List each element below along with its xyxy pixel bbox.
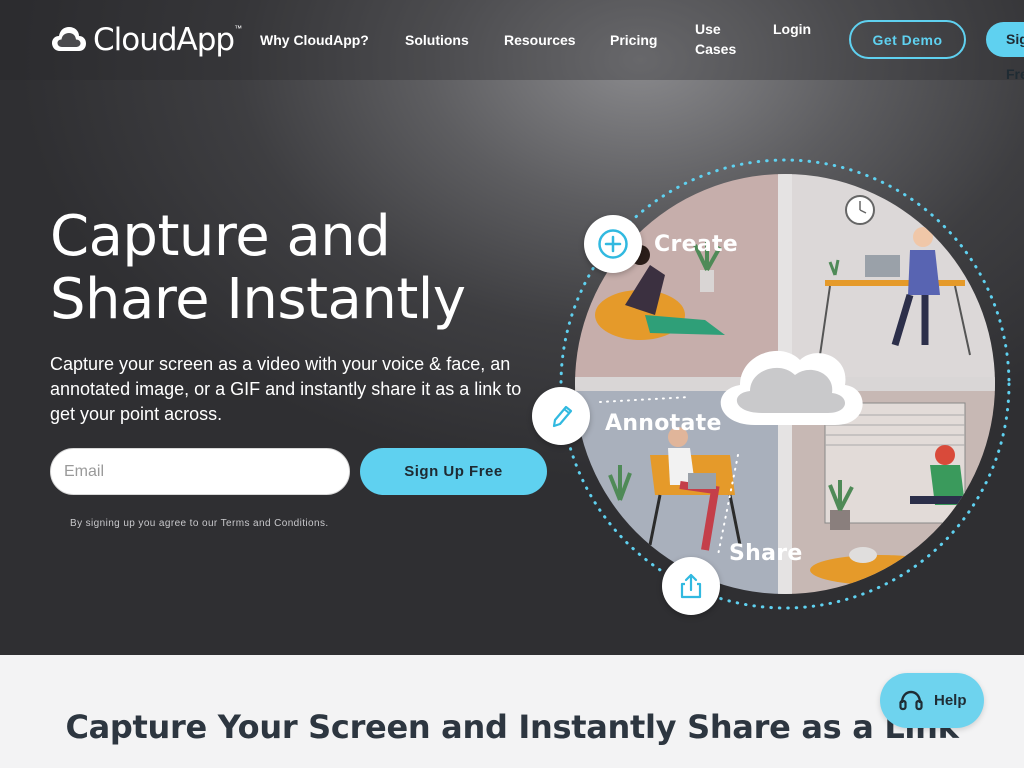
nav-login[interactable]: Login bbox=[773, 19, 811, 39]
hero-section: CloudApp ™ Why CloudApp? Solutions Resou… bbox=[0, 0, 1024, 655]
nav-use-cases[interactable]: Use Cases bbox=[695, 19, 743, 59]
email-input[interactable] bbox=[50, 448, 350, 495]
nav-resources[interactable]: Resources bbox=[504, 30, 576, 50]
brand-name: CloudApp bbox=[93, 22, 235, 58]
brand-logo[interactable]: CloudApp ™ bbox=[51, 22, 242, 58]
section-title: Capture Your Screen and Instantly Share … bbox=[65, 708, 959, 746]
create-badge bbox=[584, 215, 642, 273]
workflow-illustration: Create Annotate Share bbox=[530, 155, 1024, 625]
terms-link[interactable]: Terms and Conditions bbox=[221, 518, 326, 529]
brand-trademark: ™ bbox=[234, 23, 243, 33]
pencil-icon bbox=[552, 405, 573, 428]
terms-notice: By signing up you agree to our Terms and… bbox=[70, 518, 329, 529]
share-badge bbox=[662, 557, 720, 615]
terms-end: . bbox=[325, 518, 329, 529]
plus-circle-icon bbox=[598, 229, 628, 259]
help-label: Help bbox=[934, 692, 967, 709]
get-demo-button[interactable]: Get Demo bbox=[849, 20, 966, 59]
hero-subtitle: Capture your screen as a video with your… bbox=[50, 354, 522, 424]
terms-text: By signing up you agree to our bbox=[70, 518, 221, 529]
annotate-badge bbox=[532, 387, 590, 445]
step-share-label: Share bbox=[729, 541, 803, 566]
hero-signup-button[interactable]: Sign Up Free bbox=[360, 448, 547, 495]
cloud-logo-icon bbox=[52, 27, 86, 51]
step-create-label: Create bbox=[654, 232, 738, 257]
nav-solutions[interactable]: Solutions bbox=[405, 30, 469, 50]
share-upload-icon bbox=[680, 573, 702, 599]
step-annotate-label: Annotate bbox=[605, 411, 722, 436]
top-navbar: CloudApp ™ Why CloudApp? Solutions Resou… bbox=[0, 0, 1024, 82]
headset-icon bbox=[899, 690, 923, 710]
help-widget-button[interactable]: Help bbox=[880, 673, 984, 728]
nav-pricing[interactable]: Pricing bbox=[610, 30, 657, 50]
hero-title: Capture and Share Instantly bbox=[50, 204, 466, 332]
nav-why-cloudapp[interactable]: Why CloudApp? bbox=[260, 30, 369, 50]
nav-signup-button[interactable]: Sign Up Free bbox=[986, 22, 1024, 82]
